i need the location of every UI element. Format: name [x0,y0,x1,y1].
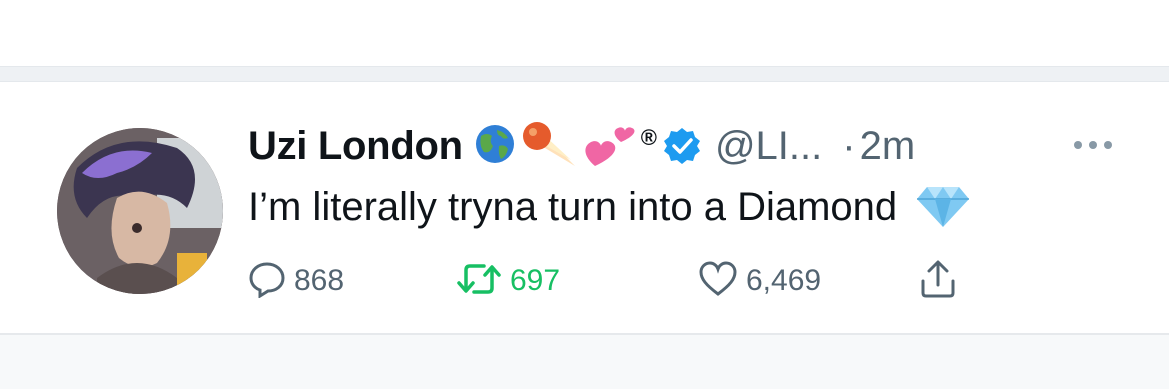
globe-emoji-icon [475,124,515,169]
tweet-card[interactable]: Uzi London ® @LI... · 2m I’m literally t… [0,82,1169,334]
like-count: 6,469 [746,264,822,297]
timestamp[interactable]: 2m [860,124,916,169]
tweet-body: I’m literally tryna turn into a Diamond [248,184,898,229]
like-button[interactable]: 6,469 [698,256,821,306]
reply-count: 868 [294,264,345,297]
heart-icon [698,260,738,303]
comet-emoji-icon [519,120,577,173]
reply-icon [248,260,286,303]
feed-separator [0,66,1169,82]
diamond-emoji-icon [915,185,971,229]
avatar[interactable] [57,128,223,294]
two-hearts-emoji-icon [581,120,637,173]
tweet-header: Uzi London ® @LI... · 2m [248,118,915,174]
feed-bottom-gap [0,335,1169,389]
retweet-button[interactable]: 697 [456,256,560,306]
user-handle[interactable]: @LI... [715,124,822,169]
share-button[interactable] [918,256,958,306]
display-name[interactable]: Uzi London [248,124,463,169]
verified-badge-icon [663,127,701,165]
more-icon[interactable] [1071,138,1115,152]
tweet-actions: 868 697 6,469 [248,256,1008,306]
tweet-text: I’m literally tryna turn into a Diamond [248,182,971,232]
reply-button[interactable]: 868 [248,256,344,306]
retweet-count: 697 [510,264,561,297]
name-emojis [475,120,637,173]
retweet-icon [456,260,502,303]
share-icon [918,259,958,304]
avatar-photo [57,128,223,294]
feed-top-gap [0,0,1169,66]
separator-dot: · [842,123,856,168]
registered-mark: ® [640,125,657,150]
